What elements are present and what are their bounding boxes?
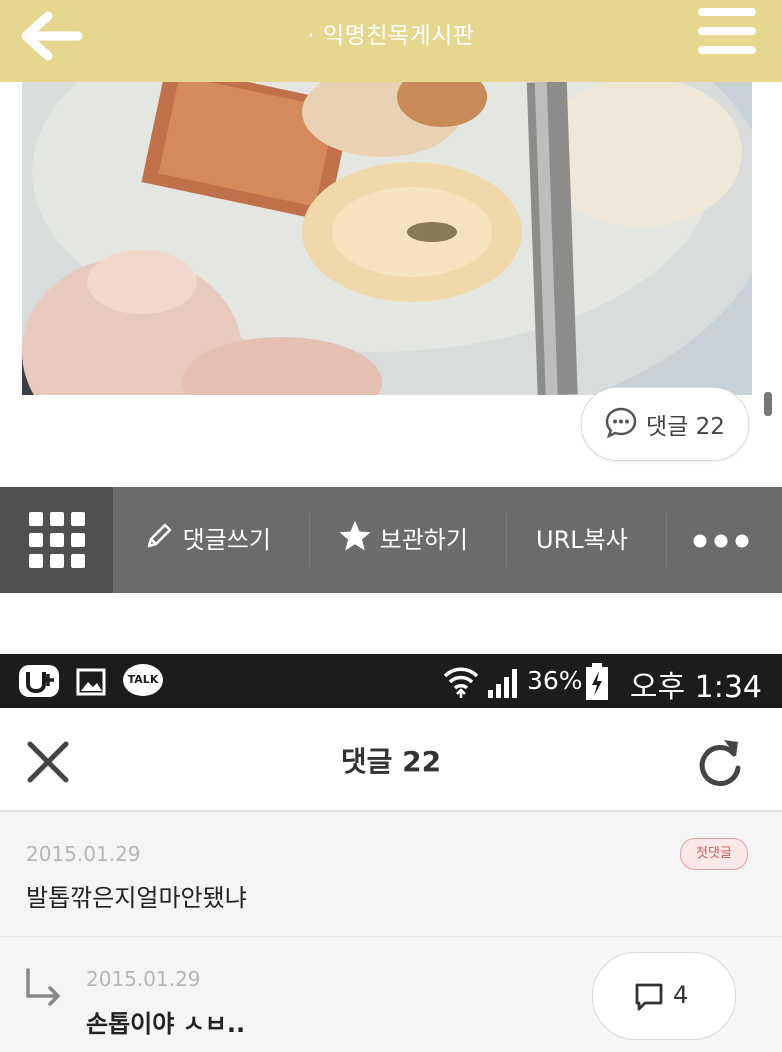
more-dots-icon — [693, 534, 749, 548]
grid-menu-button[interactable] — [0, 487, 113, 593]
reply-count: 4 — [673, 981, 689, 1009]
divider — [309, 513, 310, 567]
signal-icon — [488, 669, 517, 698]
reply-count-button[interactable]: 4 — [592, 952, 736, 1040]
board-title: · 익명친목게시판 — [307, 23, 475, 49]
write-comment-button[interactable]: 댓글쓰기 — [143, 487, 271, 593]
refresh-button[interactable] — [694, 734, 750, 792]
gallery-icon — [76, 668, 106, 696]
first-comment-badge: 첫댓글 — [680, 838, 748, 870]
comment-date: 2015.01.29 — [26, 842, 141, 866]
post-action-toolbar: 댓글쓰기 보관하기 URL복사 — [0, 487, 782, 593]
copy-url-label: URL복사 — [536, 526, 628, 554]
speech-bubble-icon — [605, 407, 637, 439]
save-post-label: 보관하기 — [379, 526, 468, 554]
clock: 오후 1:34 — [629, 670, 762, 705]
comment-count-label: 댓글 22 — [646, 414, 725, 440]
status-bar: TALK 36% 오후 1:34 — [0, 654, 782, 708]
star-icon — [339, 521, 371, 551]
hamburger-menu-icon[interactable] — [698, 8, 756, 54]
write-comment-label: 댓글쓰기 — [182, 526, 271, 554]
comment-count-button[interactable]: 댓글 22 — [581, 387, 749, 461]
speech-bubble-icon — [635, 983, 663, 1011]
battery-icon — [586, 663, 608, 700]
pencil-icon — [147, 523, 172, 548]
talk-label: TALK — [127, 673, 159, 686]
scrollbar[interactable] — [764, 392, 772, 416]
battery-percent: 36% — [527, 666, 583, 695]
reply-arrow-icon — [26, 968, 60, 1006]
post-photo — [22, 82, 752, 395]
reply-date: 2015.01.29 — [86, 967, 201, 991]
comment-item — [0, 812, 782, 937]
refresh-icon — [699, 740, 741, 786]
grid-menu-icon — [29, 512, 85, 568]
comment-text: 발톱깎은지얼마안됐냐 — [26, 884, 247, 912]
comments-title: 댓글 22 — [340, 745, 442, 778]
reply-text: 손톱이야 ㅅㅂ.. — [86, 1010, 246, 1038]
comments-header: 댓글 22 — [0, 708, 782, 812]
top-app-bar: · 익명친목게시판 — [0, 0, 782, 82]
more-options-button[interactable] — [693, 531, 749, 551]
divider — [666, 513, 667, 567]
save-post-button[interactable]: 보관하기 — [338, 487, 468, 593]
kakaotalk-icon: TALK — [123, 664, 163, 696]
divider — [506, 513, 507, 567]
wifi-icon — [443, 667, 479, 698]
copy-url-button[interactable]: URL복사 — [536, 487, 628, 593]
u-plus-icon — [19, 665, 59, 697]
